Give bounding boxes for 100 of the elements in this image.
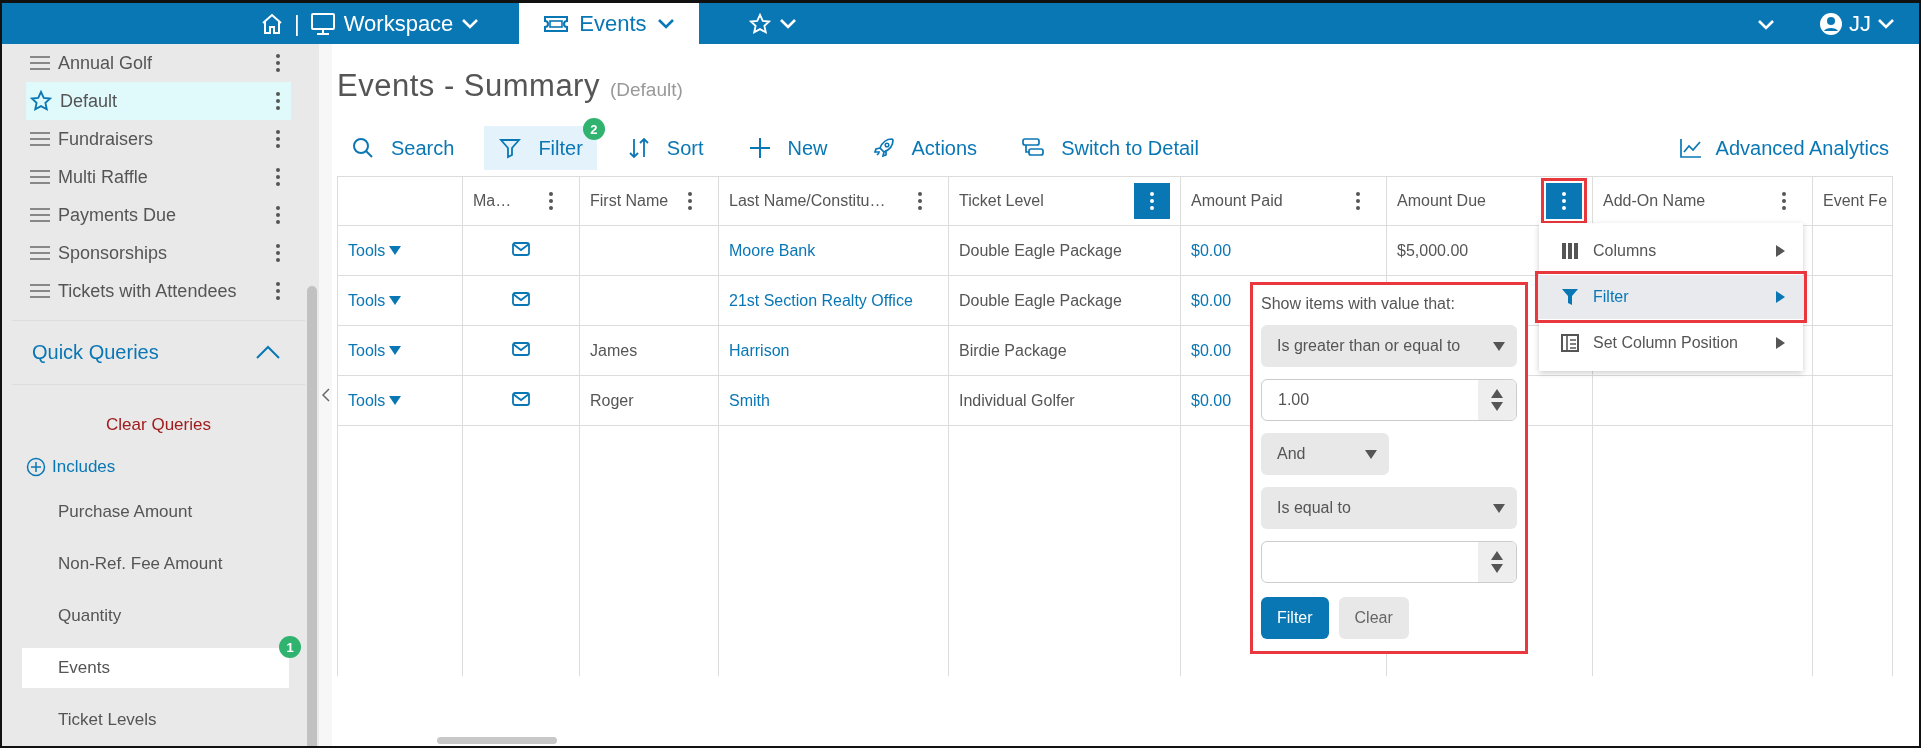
mail-icon[interactable] xyxy=(512,241,530,256)
table-link[interactable]: Moore Bank xyxy=(729,241,816,259)
operator-dropdown[interactable]: Is greater than or equal to xyxy=(1261,325,1517,367)
view-item[interactable]: Payments Due xyxy=(26,196,291,234)
table-cell: James xyxy=(590,341,638,359)
spinner-buttons[interactable] xyxy=(1478,542,1516,582)
trend-chart-icon xyxy=(1679,138,1702,158)
toolbar-button[interactable]: Sort xyxy=(612,126,718,170)
more-icon[interactable] xyxy=(1355,191,1361,211)
count-badge: 2 xyxy=(582,118,605,140)
column-header[interactable]: Ma… xyxy=(473,192,512,210)
section-title: Quick Queries xyxy=(32,340,159,364)
more-icon[interactable] xyxy=(275,243,281,263)
value-field[interactable]: 1.00 xyxy=(1261,379,1517,421)
table-link[interactable]: $0.00 xyxy=(1191,391,1232,409)
view-name: (Default) xyxy=(609,79,683,101)
clear-button[interactable]: Clear xyxy=(1338,597,1409,639)
filter-prompt: Show items with value that: xyxy=(1261,295,1456,313)
analytics-link[interactable]: Advanced Analytics xyxy=(1679,136,1889,160)
clear-queries-link[interactable]: Clear Queries xyxy=(12,414,305,435)
chevron-down-icon xyxy=(1757,18,1775,31)
chevron-left-icon xyxy=(321,388,330,402)
toolbar-button[interactable]: Search xyxy=(337,126,469,170)
star-icon xyxy=(748,12,771,35)
monitor-icon xyxy=(309,11,336,36)
column-header[interactable]: Amount Paid xyxy=(1191,192,1283,210)
caret-icon xyxy=(1365,449,1377,459)
more-icon[interactable] xyxy=(275,205,281,225)
workspace-menu[interactable]: Workspace xyxy=(309,10,480,37)
toolbar-button[interactable]: Actions xyxy=(857,126,992,170)
more-icon[interactable] xyxy=(687,191,693,211)
user-icon xyxy=(1819,11,1843,36)
table-link[interactable]: Harrison xyxy=(729,341,790,359)
column-header[interactable]: Add-On Name xyxy=(1603,192,1706,210)
submenu-arrow-icon xyxy=(1776,245,1785,257)
more-icon[interactable] xyxy=(917,191,923,211)
view-item[interactable]: Fundraisers xyxy=(26,120,291,158)
view-item[interactable]: Annual Golf xyxy=(26,44,291,82)
caret-icon xyxy=(1493,341,1505,351)
more-icon[interactable] xyxy=(275,281,281,301)
table-cell: Birdie Package xyxy=(959,341,1067,359)
view-item[interactable]: Sponsorships xyxy=(26,234,291,272)
favorites-menu[interactable] xyxy=(748,12,797,35)
scrollbar[interactable] xyxy=(437,737,557,744)
home-icon[interactable] xyxy=(260,11,284,36)
table-link[interactable]: $0.00 xyxy=(1191,241,1232,259)
query-item[interactable]: Quantity xyxy=(22,596,289,636)
column-header[interactable]: Ticket Level xyxy=(959,192,1044,210)
column-menu-button[interactable] xyxy=(1134,183,1170,219)
table-link[interactable]: $0.00 xyxy=(1191,291,1232,309)
drag-handle-icon xyxy=(30,246,50,260)
filter-button[interactable]: Filter xyxy=(1261,597,1329,639)
toolbar-button[interactable]: Switch to Detail xyxy=(1007,126,1213,170)
scrollbar[interactable] xyxy=(305,44,319,746)
more-icon[interactable] xyxy=(275,167,281,187)
column-menu-button[interactable] xyxy=(1541,178,1587,224)
includes-link[interactable]: Includes xyxy=(12,448,305,486)
logic-dropdown[interactable]: And xyxy=(1261,433,1389,475)
chevron-down-icon xyxy=(656,17,675,30)
user-initials: JJ xyxy=(1849,10,1871,37)
view-item[interactable]: Default xyxy=(26,82,291,120)
more-icon[interactable] xyxy=(548,191,554,211)
more-icon[interactable] xyxy=(275,91,281,111)
caret-icon xyxy=(389,296,402,305)
chevron-down-icon xyxy=(461,17,480,30)
query-item[interactable]: Ticket Levels xyxy=(22,700,289,740)
columns-icon xyxy=(1561,242,1579,260)
view-item[interactable]: Tickets with Attendees xyxy=(26,272,291,310)
table-link[interactable]: $0.00 xyxy=(1191,341,1232,359)
plus-icon xyxy=(747,136,772,160)
table-link[interactable]: Smith xyxy=(729,391,770,409)
more-icon[interactable] xyxy=(1561,191,1567,211)
user-menu[interactable]: JJ xyxy=(1819,10,1895,37)
mail-icon[interactable] xyxy=(512,291,530,306)
query-item[interactable]: Purchase Amount xyxy=(22,492,289,532)
table-cell: Roger xyxy=(590,391,634,409)
mail-icon[interactable] xyxy=(512,391,530,406)
ticket-icon xyxy=(543,14,570,33)
collapse-handle[interactable] xyxy=(319,44,332,746)
column-header[interactable]: Amount Due xyxy=(1397,192,1486,210)
funnel-icon xyxy=(498,136,523,160)
chevron-down-icon xyxy=(1877,17,1895,30)
mail-icon[interactable] xyxy=(512,341,530,356)
menu-item[interactable]: Set Column Position xyxy=(1539,321,1803,365)
value-field[interactable] xyxy=(1261,541,1517,583)
caret-icon xyxy=(389,246,402,255)
table-cell: Double Eagle Package xyxy=(959,291,1122,309)
spinner-buttons[interactable] xyxy=(1478,380,1516,420)
caret-icon xyxy=(1493,503,1505,513)
nav-tab[interactable]: Events xyxy=(519,3,699,44)
more-icon[interactable] xyxy=(275,53,281,73)
query-item[interactable]: Non-Ref. Fee Amount xyxy=(22,544,289,584)
more-icon[interactable] xyxy=(275,129,281,149)
toolbar-button[interactable]: New xyxy=(733,126,842,170)
more-icon[interactable] xyxy=(1149,191,1155,211)
operator-dropdown[interactable]: Is equal to xyxy=(1261,487,1517,529)
more-icon[interactable] xyxy=(1781,191,1787,211)
menu-item[interactable]: Columns xyxy=(1539,229,1803,273)
view-item[interactable]: Multi Raffle xyxy=(26,158,291,196)
drag-handle-icon xyxy=(30,170,50,184)
